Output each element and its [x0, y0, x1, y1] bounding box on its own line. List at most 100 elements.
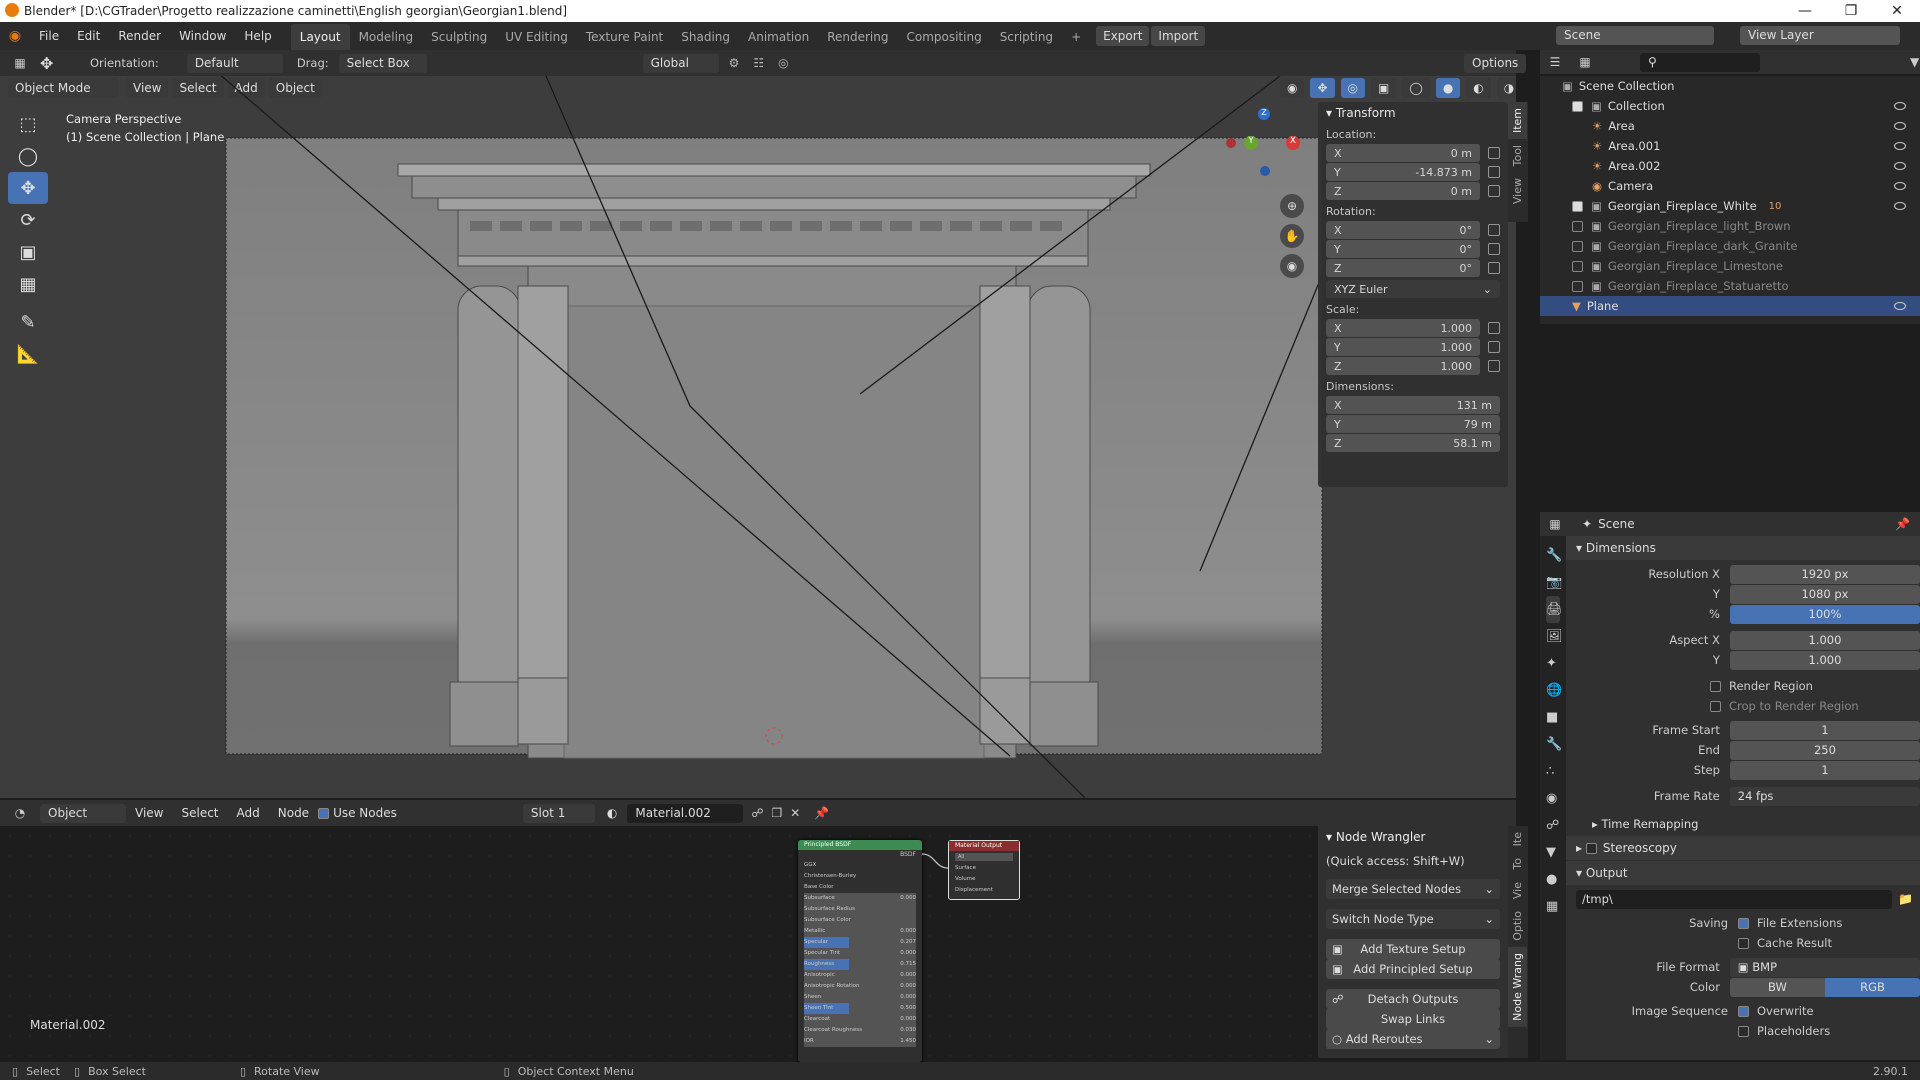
view-layer-selector[interactable]: View Layer — [1740, 26, 1900, 45]
bsdf-input-row[interactable]: Subsurface 0.000 — [804, 893, 916, 904]
neg-z-axis-icon[interactable] — [1260, 166, 1270, 176]
tab-sculpting[interactable]: Sculpting — [422, 24, 496, 50]
bsdf-input-row[interactable]: Specular Tint 0.000 — [804, 948, 916, 959]
bsdf-input-row[interactable]: Anisotropic 0.000 — [804, 970, 916, 981]
scale-x-field[interactable]: X 1.000 — [1326, 319, 1500, 337]
shader-type-dropdown[interactable]: Object — [40, 803, 126, 823]
bsdf-input-row[interactable]: Christensen-Burley — [804, 871, 916, 882]
node-node-menu[interactable]: Node — [269, 799, 318, 827]
menu-help[interactable]: Help — [235, 22, 280, 50]
bsdf-input-row[interactable]: Specular 0.207 — [804, 937, 916, 948]
overwrite-checkbox[interactable] — [1738, 1005, 1749, 1017]
world-props-icon[interactable]: 🌐 — [1546, 677, 1562, 704]
bsdf-input-row[interactable]: Clearcoat 0.000 — [804, 1014, 916, 1025]
fake-user-icon[interactable]: ☍ — [751, 806, 763, 820]
neg-x-axis-icon[interactable] — [1226, 138, 1236, 148]
pivot-icon[interactable]: ⚙ — [729, 56, 740, 70]
options-dropdown[interactable]: Options — [1464, 54, 1526, 73]
close-button[interactable]: ✕ — [1874, 0, 1920, 22]
tool-props-icon[interactable]: 🔧 — [1546, 542, 1562, 569]
lock-icon[interactable] — [1488, 147, 1500, 159]
scene-props-icon[interactable]: ✦ — [1546, 650, 1560, 677]
outliner-row[interactable]: ▣ Georgian_Fireplace_dark_Granite — [1540, 236, 1920, 256]
node-view-menu[interactable]: View — [126, 799, 172, 827]
stereoscopy-checkbox[interactable] — [1585, 842, 1597, 854]
output-path-input[interactable]: /tmp\ — [1576, 889, 1892, 909]
tab-uv-editing[interactable]: UV Editing — [496, 24, 577, 50]
outliner-row[interactable]: ▼ Plane — [1540, 296, 1920, 316]
zoom-icon[interactable]: ⊕ — [1280, 194, 1304, 218]
node-editor[interactable]: Material.002 Principled BSDF BSDF GGX Chr… — [0, 826, 1516, 1062]
pan-hand-icon[interactable]: ✋ — [1280, 224, 1304, 248]
filter-icon[interactable]: ▼ — [1910, 55, 1919, 69]
display-mode-icon[interactable]: ▦ — [1570, 55, 1600, 69]
bsdf-input-row[interactable]: Subsurface Radius — [804, 904, 916, 915]
detach-outputs-button[interactable]: ☍ Detach Outputs — [1326, 989, 1500, 1009]
maximize-button[interactable]: ❐ — [1828, 0, 1874, 22]
lock-icon[interactable] — [1488, 262, 1500, 274]
proportional-edit-icon[interactable]: ◎ — [778, 56, 788, 70]
orientation-dropdown[interactable]: Default — [186, 53, 283, 73]
scene-collection-row[interactable]: ▣ Scene Collection — [1540, 76, 1920, 96]
transform-header[interactable]: ▾ Transform — [1318, 102, 1508, 124]
scene-selector[interactable]: Scene — [1556, 26, 1714, 45]
location-x-field[interactable]: X 0 m — [1326, 144, 1500, 162]
node-tab-options[interactable]: Optio — [1508, 905, 1527, 947]
tab-modeling[interactable]: Modeling — [350, 24, 423, 50]
constraints-props-icon[interactable]: ☍ — [1546, 812, 1560, 839]
rotation-mode-dropdown[interactable]: XYZ Euler ⌄ — [1326, 280, 1500, 298]
transform-orientation-dropdown[interactable]: Global — [642, 53, 719, 73]
exclude-checkbox[interactable] — [1572, 100, 1583, 112]
outliner-row[interactable]: ▣ Collection — [1540, 96, 1920, 116]
aspect-y-field[interactable]: 1.000 — [1729, 650, 1920, 670]
placeholders-checkbox[interactable] — [1738, 1025, 1749, 1037]
blender-menu-icon[interactable]: ◉ — [0, 28, 30, 44]
dimensions-section[interactable]: ▾ Dimensions — [1566, 536, 1920, 560]
node-tab-node-wrangler[interactable]: Node Wrang — [1508, 946, 1527, 1027]
node-tab-view[interactable]: Vie — [1508, 876, 1527, 905]
resolution-y-field[interactable]: 1080 px — [1729, 584, 1920, 604]
export-button[interactable]: Export — [1096, 26, 1150, 46]
outliner-row[interactable]: ☀ Area.001 — [1540, 136, 1920, 156]
bsdf-input-row[interactable]: Roughness 0.715 — [804, 959, 916, 970]
use-nodes-checkbox[interactable] — [318, 807, 330, 819]
material-output-node[interactable]: Material Output All Surface Volume Displ… — [948, 840, 1020, 900]
visibility-eye-icon[interactable] — [1894, 102, 1906, 110]
location-z-field[interactable]: Z 0 m — [1326, 182, 1500, 200]
modifier-props-icon[interactable]: 🔧 — [1546, 731, 1562, 758]
output-section[interactable]: ▾ Output — [1566, 861, 1920, 885]
scale-z-field[interactable]: Z 1.000 — [1326, 357, 1500, 375]
material-name-field[interactable]: Material.002 — [627, 803, 744, 823]
bsdf-input-row[interactable]: Anisotropic Rotation 0.000 — [804, 981, 916, 992]
file-extensions-checkbox[interactable] — [1738, 917, 1749, 929]
transform-tool-icon[interactable]: ▦ — [8, 268, 48, 300]
tab-scripting[interactable]: Scripting — [991, 24, 1062, 50]
scale-y-field[interactable]: Y 1.000 — [1326, 338, 1500, 356]
node-wrangler-header[interactable]: ▾ Node Wrangler — [1318, 826, 1508, 848]
object-props-icon[interactable]: ■ — [1546, 704, 1560, 731]
frame-start-field[interactable]: 1 — [1729, 720, 1920, 740]
output-props-icon[interactable]: 🖨 — [1546, 596, 1563, 623]
camera-view-icon[interactable]: ◉ — [1280, 254, 1304, 278]
rotate-tool-icon[interactable]: ⟳ — [8, 204, 48, 236]
visibility-eye-icon[interactable] — [1894, 142, 1906, 150]
x-axis-icon[interactable]: X — [1286, 136, 1300, 150]
rotation-y-field[interactable]: Y 0° — [1326, 240, 1500, 258]
bsdf-input-row[interactable]: Subsurface Color — [804, 915, 916, 926]
editor-type-icon[interactable]: ▦ — [0, 56, 40, 70]
frame-rate-dropdown[interactable]: 24 fps — [1729, 786, 1920, 806]
add-texture-setup-button[interactable]: ▣ Add Texture Setup — [1326, 939, 1500, 959]
visibility-eye-icon[interactable] — [1894, 122, 1906, 130]
node-tab-item[interactable]: Ite — [1508, 826, 1527, 852]
exclude-checkbox[interactable] — [1572, 220, 1583, 232]
bsdf-input-row[interactable]: Metallic 0.000 — [804, 926, 916, 937]
bsdf-input-row[interactable]: GGX — [804, 860, 916, 871]
select-box-tool-icon[interactable]: ⬚ — [8, 108, 48, 140]
time-remapping-section[interactable]: ▸ Time Remapping — [1566, 812, 1920, 836]
outliner-type-icon[interactable]: ☰ — [1540, 55, 1570, 69]
menu-file[interactable]: File — [30, 22, 68, 50]
menu-edit[interactable]: Edit — [68, 22, 109, 50]
folder-icon[interactable]: 📁 — [1898, 892, 1913, 906]
move-tool-button-icon[interactable]: ✥ — [8, 172, 48, 204]
aspect-x-field[interactable]: 1.000 — [1729, 630, 1920, 650]
